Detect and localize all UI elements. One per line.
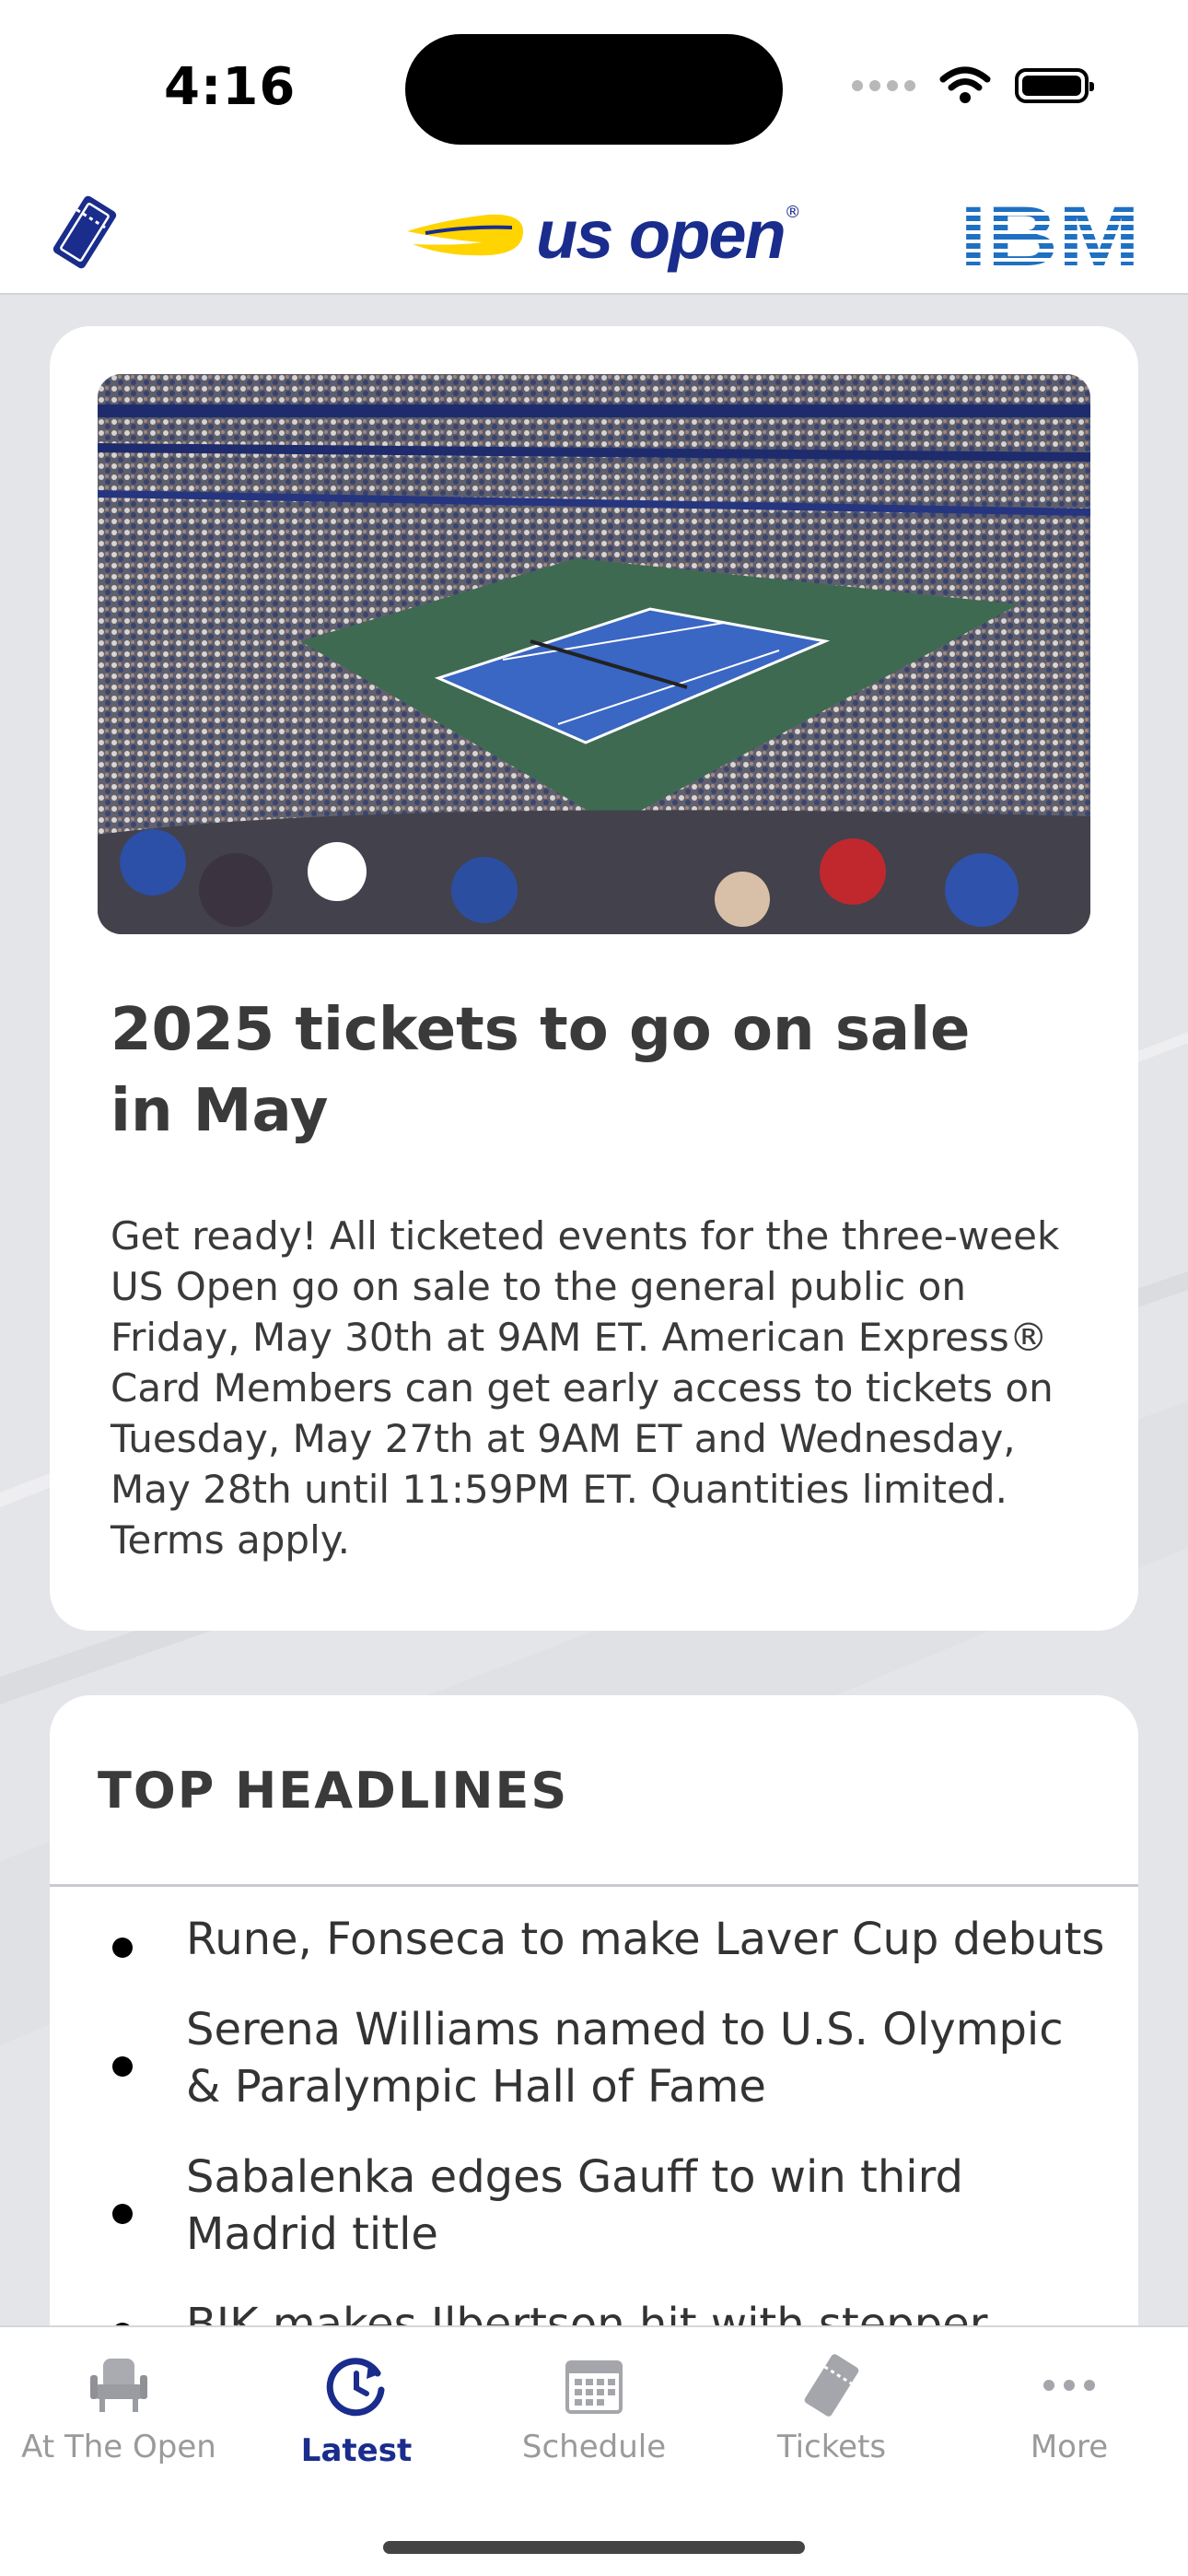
headline-item[interactable]: Serena Williams named to U.S. Olympic & … [50,2001,1138,2115]
status-icons [852,66,1094,105]
headline-item[interactable]: Rune, Fonseca to make Laver Cup debuts [50,1911,1138,1968]
clock-refresh-icon [326,2358,385,2417]
headline-text: BJK makes Ilbertson hit with stepper [186,2299,988,2327]
tab-at-the-open[interactable]: At The Open [0,2344,238,2491]
news-card[interactable]: 2025 tickets to go on sale in May Get re… [50,326,1138,1631]
tab-schedule[interactable]: Schedule [475,2344,713,2491]
tab-tickets[interactable]: Tickets [713,2344,950,2491]
tab-latest[interactable]: Latest [238,2344,475,2491]
tab-label: Latest [300,2432,413,2469]
tab-label: More [1030,2429,1109,2465]
section-title: TOP HEADLINES [98,1762,569,1820]
article-title[interactable]: 2025 tickets to go on sale in May [111,989,1031,1152]
home-indicator[interactable] [383,2541,805,2554]
ticket-icon [804,2354,859,2417]
registered-mark: ® [784,203,801,222]
content-area[interactable]: 2025 tickets to go on sale in May Get re… [0,295,1188,2327]
cellular-signal-icon [852,80,915,91]
brand-text: us open [536,196,786,273]
tab-label: Schedule [521,2429,667,2465]
seat-icon [90,2359,147,2412]
calendar-icon [565,2360,623,2414]
tab-label: At The Open [21,2429,216,2465]
top-headlines-card: TOP HEADLINES Rune, Fonseca to make Lave… [50,1695,1138,2327]
status-bar: 4:16 [0,0,1188,175]
dynamic-island [405,34,783,145]
divider [50,1884,1138,1887]
battery-icon [1015,68,1094,103]
bullet-icon [112,1938,133,1958]
status-time: 4:16 [164,57,297,117]
tennis-ball-flame-icon [407,214,523,255]
headline-text: Sabalenka edges Gauff to win third Madri… [186,2151,963,2260]
headline-text: Serena Williams named to U.S. Olympic & … [186,2004,1064,2113]
app-header: us open ® IBM [0,175,1188,295]
us-open-logo: us open ® [405,195,801,274]
wifi-icon [939,66,991,103]
ibm-logo: IBM [960,197,1140,271]
headlines-list: Rune, Fonseca to make Laver Cup debuts S… [50,1911,1138,2327]
bullet-icon [112,2204,133,2224]
ticket-icon[interactable] [46,193,123,271]
tab-bar: At The Open Latest Schedule Tickets More [0,2325,1188,2576]
tab-more[interactable]: More [950,2344,1188,2491]
ibm-wordmark: IBM [960,197,1140,271]
headline-item[interactable]: BJK makes Ilbertson hit with stepper [50,2296,1138,2327]
more-icon [1043,2380,1095,2391]
article-body: Get ready! All ticketed events for the t… [111,1213,1060,1563]
tab-label: Tickets [776,2429,887,2465]
headline-item[interactable]: Sabalenka edges Gauff to win third Madri… [50,2149,1138,2263]
bullet-icon [112,2056,133,2077]
stadium-photo [98,374,1090,934]
headline-text: Rune, Fonseca to make Laver Cup debuts [186,1914,1105,1965]
